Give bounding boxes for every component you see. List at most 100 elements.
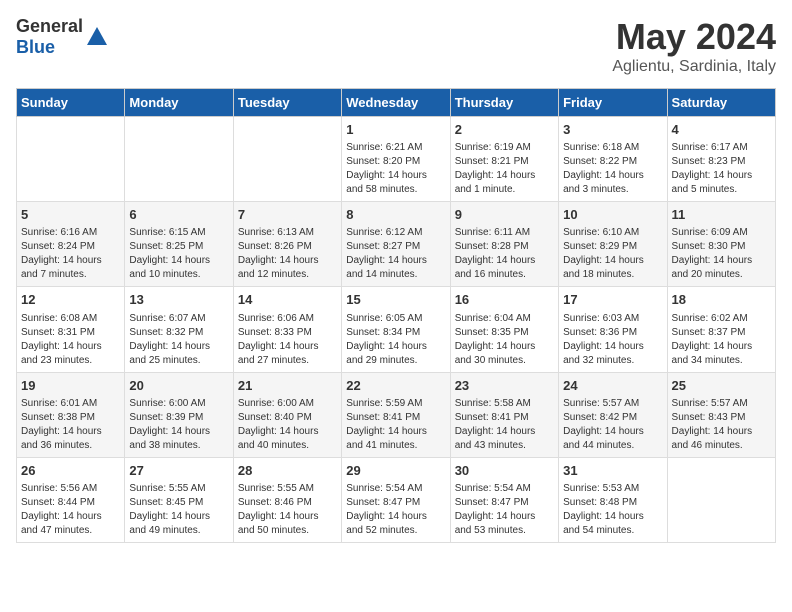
calendar-table: SundayMondayTuesdayWednesdayThursdayFrid…	[16, 88, 776, 543]
day-cell: 26 Sunrise: 5:56 AM Sunset: 8:44 PM Dayli…	[17, 457, 125, 542]
day-number: 18	[672, 291, 771, 309]
day-info: Sunrise: 6:00 AM Sunset: 8:39 PM Dayligh…	[129, 397, 228, 453]
day-info: Sunrise: 6:07 AM Sunset: 8:32 PM Dayligh…	[129, 312, 228, 368]
day-info: Sunrise: 5:55 AM Sunset: 8:46 PM Dayligh…	[238, 482, 337, 538]
day-cell: 5Sunrise: 6:16 AM Sunset: 8:24 PM Daylig…	[17, 202, 125, 287]
logo-blue: Blue	[16, 37, 55, 57]
day-cell: 19 Sunrise: 6:01 AM Sunset: 8:38 PM Dayli…	[17, 372, 125, 457]
day-number: 25	[672, 377, 771, 395]
day-number: 15	[346, 291, 445, 309]
day-number: 19	[21, 377, 120, 395]
day-cell: 29 Sunrise: 5:54 AM Sunset: 8:47 PM Dayli…	[342, 457, 450, 542]
day-number: 2	[455, 121, 554, 139]
day-info: Sunrise: 6:15 AM Sunset: 8:25 PM Dayligh…	[129, 226, 228, 282]
day-number: 22	[346, 377, 445, 395]
week-row-2: 12Sunrise: 6:08 AM Sunset: 8:31 PM Dayli…	[17, 287, 776, 372]
day-cell: 22Sunrise: 5:59 AM Sunset: 8:41 PM Dayli…	[342, 372, 450, 457]
day-cell: 23 Sunrise: 5:58 AM Sunset: 8:41 PM Dayli…	[450, 372, 558, 457]
day-info: Sunrise: 5:56 AM Sunset: 8:44 PM Dayligh…	[21, 482, 120, 538]
day-header-tuesday: Tuesday	[233, 89, 341, 117]
day-info: Sunrise: 6:18 AM Sunset: 8:22 PM Dayligh…	[563, 141, 662, 197]
day-info: Sunrise: 5:58 AM Sunset: 8:41 PM Dayligh…	[455, 397, 554, 453]
day-cell	[233, 117, 341, 202]
day-info: Sunrise: 5:53 AM Sunset: 8:48 PM Dayligh…	[563, 482, 662, 538]
logo-icon	[85, 25, 109, 49]
day-info: Sunrise: 5:57 AM Sunset: 8:42 PM Dayligh…	[563, 397, 662, 453]
day-cell: 27 Sunrise: 5:55 AM Sunset: 8:45 PM Dayli…	[125, 457, 233, 542]
day-number: 28	[238, 462, 337, 480]
day-number: 29	[346, 462, 445, 480]
day-cell: 9 Sunrise: 6:11 AM Sunset: 8:28 PM Daylig…	[450, 202, 558, 287]
day-info: Sunrise: 5:57 AM Sunset: 8:43 PM Dayligh…	[672, 397, 771, 453]
logo-text: General Blue	[16, 16, 83, 58]
day-number: 21	[238, 377, 337, 395]
day-number: 30	[455, 462, 554, 480]
day-cell: 10 Sunrise: 6:10 AM Sunset: 8:29 PM Dayli…	[559, 202, 667, 287]
day-info: Sunrise: 6:10 AM Sunset: 8:29 PM Dayligh…	[563, 226, 662, 282]
title-area: May 2024 Aglientu, Sardinia, Italy	[612, 16, 776, 76]
day-info: Sunrise: 6:01 AM Sunset: 8:38 PM Dayligh…	[21, 397, 120, 453]
day-cell: 13Sunrise: 6:07 AM Sunset: 8:32 PM Dayli…	[125, 287, 233, 372]
day-cell: 25 Sunrise: 5:57 AM Sunset: 8:43 PM Dayli…	[667, 372, 775, 457]
day-cell	[125, 117, 233, 202]
header: General Blue May 2024 Aglientu, Sardinia…	[16, 16, 776, 76]
day-number: 12	[21, 291, 120, 309]
logo-general: General	[16, 16, 83, 36]
day-header-thursday: Thursday	[450, 89, 558, 117]
week-row-1: 5Sunrise: 6:16 AM Sunset: 8:24 PM Daylig…	[17, 202, 776, 287]
day-cell: 7 Sunrise: 6:13 AM Sunset: 8:26 PM Daylig…	[233, 202, 341, 287]
day-cell: 31Sunrise: 5:53 AM Sunset: 8:48 PM Dayli…	[559, 457, 667, 542]
day-number: 14	[238, 291, 337, 309]
day-cell: 2 Sunrise: 6:19 AM Sunset: 8:21 PM Daylig…	[450, 117, 558, 202]
day-cell	[17, 117, 125, 202]
day-header-saturday: Saturday	[667, 89, 775, 117]
day-cell: 6Sunrise: 6:15 AM Sunset: 8:25 PM Daylig…	[125, 202, 233, 287]
day-cell: 24 Sunrise: 5:57 AM Sunset: 8:42 PM Dayli…	[559, 372, 667, 457]
day-info: Sunrise: 6:11 AM Sunset: 8:28 PM Dayligh…	[455, 226, 554, 282]
day-number: 7	[238, 206, 337, 224]
header-row: SundayMondayTuesdayWednesdayThursdayFrid…	[17, 89, 776, 117]
day-info: Sunrise: 6:21 AM Sunset: 8:20 PM Dayligh…	[346, 141, 445, 197]
day-cell: 14Sunrise: 6:06 AM Sunset: 8:33 PM Dayli…	[233, 287, 341, 372]
day-cell: 8Sunrise: 6:12 AM Sunset: 8:27 PM Daylig…	[342, 202, 450, 287]
day-info: Sunrise: 6:00 AM Sunset: 8:40 PM Dayligh…	[238, 397, 337, 453]
day-info: Sunrise: 6:05 AM Sunset: 8:34 PM Dayligh…	[346, 312, 445, 368]
day-number: 5	[21, 206, 120, 224]
day-cell: 30 Sunrise: 5:54 AM Sunset: 8:47 PM Dayli…	[450, 457, 558, 542]
day-info: Sunrise: 6:09 AM Sunset: 8:30 PM Dayligh…	[672, 226, 771, 282]
day-cell: 16 Sunrise: 6:04 AM Sunset: 8:35 PM Dayli…	[450, 287, 558, 372]
day-number: 26	[21, 462, 120, 480]
day-number: 23	[455, 377, 554, 395]
day-cell: 18 Sunrise: 6:02 AM Sunset: 8:37 PM Dayli…	[667, 287, 775, 372]
day-info: Sunrise: 6:19 AM Sunset: 8:21 PM Dayligh…	[455, 141, 554, 197]
week-row-4: 26 Sunrise: 5:56 AM Sunset: 8:44 PM Dayli…	[17, 457, 776, 542]
day-header-monday: Monday	[125, 89, 233, 117]
day-info: Sunrise: 6:17 AM Sunset: 8:23 PM Dayligh…	[672, 141, 771, 197]
day-info: Sunrise: 5:55 AM Sunset: 8:45 PM Dayligh…	[129, 482, 228, 538]
day-info: Sunrise: 5:54 AM Sunset: 8:47 PM Dayligh…	[455, 482, 554, 538]
week-row-3: 19 Sunrise: 6:01 AM Sunset: 8:38 PM Dayli…	[17, 372, 776, 457]
day-header-sunday: Sunday	[17, 89, 125, 117]
day-cell: 1 Sunrise: 6:21 AM Sunset: 8:20 PM Daylig…	[342, 117, 450, 202]
day-cell: 28 Sunrise: 5:55 AM Sunset: 8:46 PM Dayli…	[233, 457, 341, 542]
day-number: 1	[346, 121, 445, 139]
day-info: Sunrise: 6:13 AM Sunset: 8:26 PM Dayligh…	[238, 226, 337, 282]
day-info: Sunrise: 6:02 AM Sunset: 8:37 PM Dayligh…	[672, 312, 771, 368]
day-number: 9	[455, 206, 554, 224]
day-number: 24	[563, 377, 662, 395]
day-number: 20	[129, 377, 228, 395]
day-number: 3	[563, 121, 662, 139]
day-number: 10	[563, 206, 662, 224]
day-info: Sunrise: 5:54 AM Sunset: 8:47 PM Dayligh…	[346, 482, 445, 538]
day-number: 17	[563, 291, 662, 309]
day-info: Sunrise: 6:12 AM Sunset: 8:27 PM Dayligh…	[346, 226, 445, 282]
day-number: 16	[455, 291, 554, 309]
location-title: Aglientu, Sardinia, Italy	[612, 58, 776, 76]
week-row-0: 1 Sunrise: 6:21 AM Sunset: 8:20 PM Daylig…	[17, 117, 776, 202]
day-info: Sunrise: 6:04 AM Sunset: 8:35 PM Dayligh…	[455, 312, 554, 368]
day-number: 4	[672, 121, 771, 139]
day-number: 11	[672, 206, 771, 224]
day-info: Sunrise: 6:03 AM Sunset: 8:36 PM Dayligh…	[563, 312, 662, 368]
day-cell: 21 Sunrise: 6:00 AM Sunset: 8:40 PM Dayli…	[233, 372, 341, 457]
day-number: 27	[129, 462, 228, 480]
